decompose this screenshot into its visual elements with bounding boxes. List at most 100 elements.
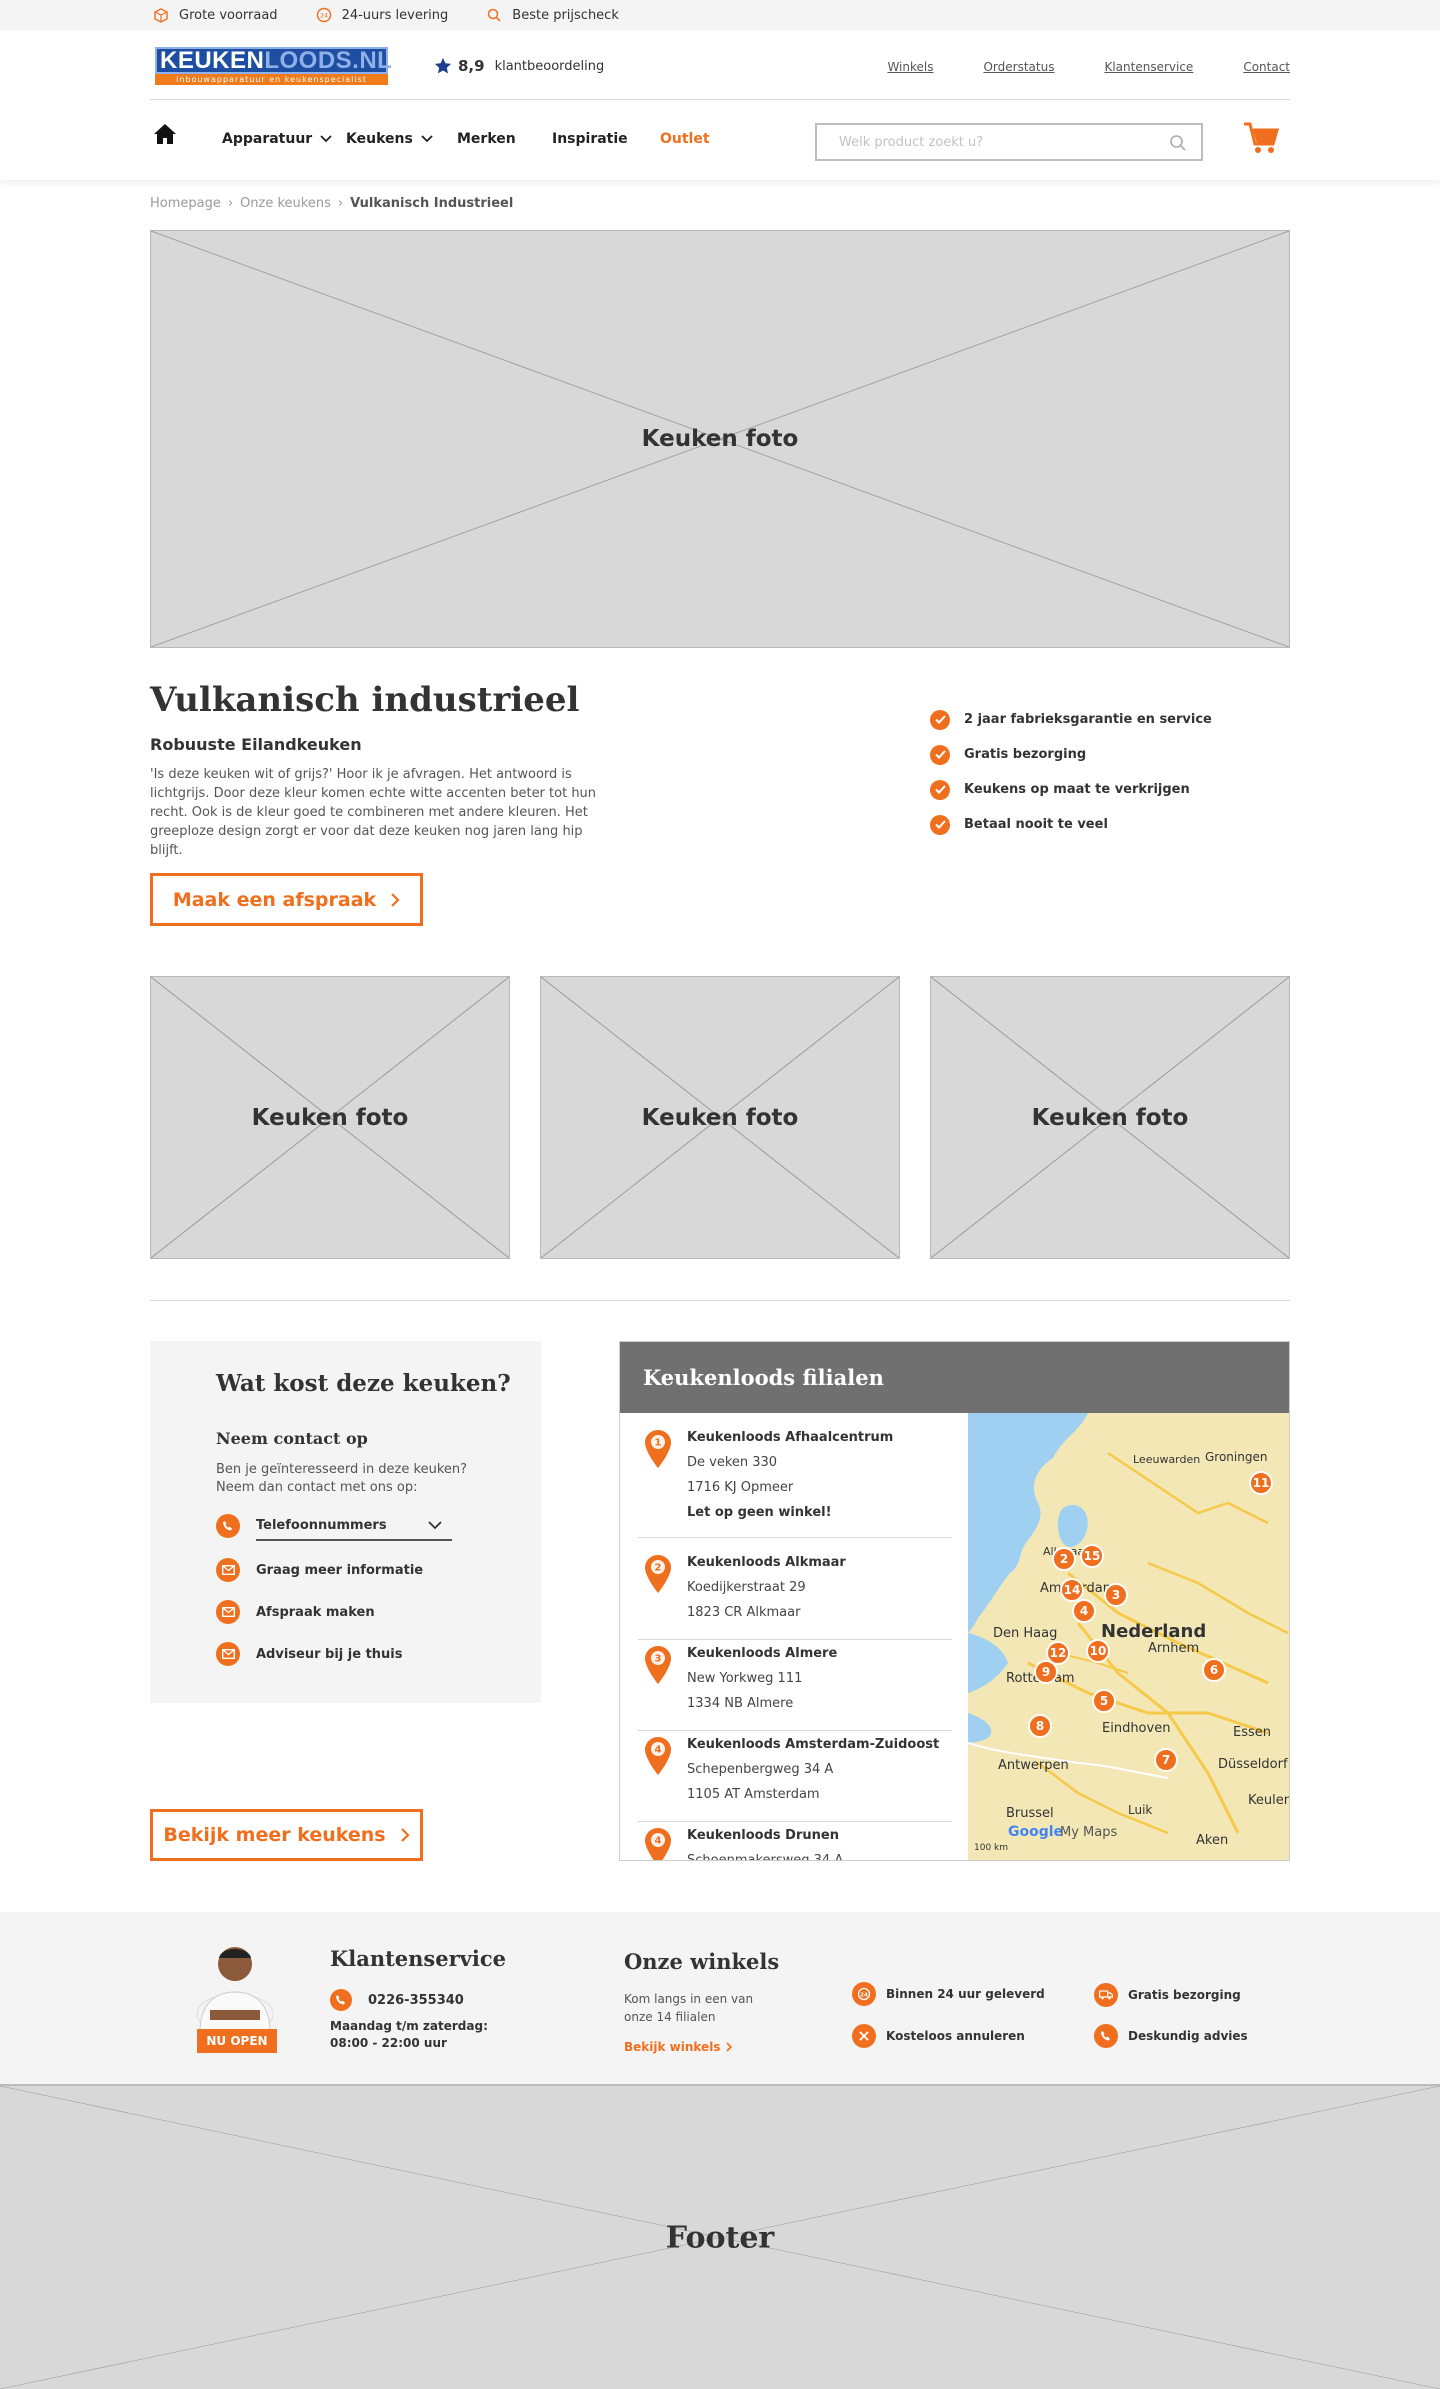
link-klantenservice[interactable]: Klantenservice — [1104, 60, 1193, 74]
site-logo[interactable]: KEUKEN LOODS.NL inbouwapparatuur en keuke… — [155, 46, 392, 85]
map-marker[interactable]: 2 — [1052, 1547, 1076, 1571]
map-label: Düsseldorf — [1218, 1757, 1288, 1772]
stores-map[interactable]: Leeuwarden Groningen Den Haag Nederland … — [968, 1413, 1289, 1860]
gallery-image-label: Keuken foto — [251, 1104, 409, 1131]
chevron-down-icon — [421, 135, 433, 143]
logo-word-1: KEUKEN — [160, 46, 265, 74]
kitchen-usp-label: Gratis bezorging — [964, 747, 1087, 762]
breadcrumb-separator: › — [337, 196, 344, 211]
search-placeholder: Welk product zoekt u? — [839, 134, 984, 150]
store-street: Koedijkerstraat 29 — [687, 1580, 806, 1595]
map-marker[interactable]: 9 — [1034, 1660, 1058, 1684]
clock-24-icon: 24 — [852, 1982, 876, 2006]
phone-numbers-dropdown[interactable]: Telefoonnummers — [256, 1511, 452, 1541]
map-marker[interactable]: 10 — [1086, 1639, 1110, 1663]
map-label: Arnhem — [1148, 1641, 1200, 1656]
chevron-down-icon — [428, 1520, 442, 1529]
close-icon — [852, 2024, 876, 2048]
nav-keukens[interactable]: Keukens — [346, 131, 433, 147]
chevron-right-icon — [400, 1828, 410, 1842]
magnifier-icon — [488, 8, 501, 22]
store-street: Schepenbergweg 34 A — [687, 1762, 834, 1777]
check-icon — [930, 779, 950, 800]
link-orderstatus[interactable]: Orderstatus — [983, 60, 1054, 74]
customer-service-avatar — [196, 1947, 274, 2032]
pin-number: 2 — [655, 1563, 662, 1574]
customer-service-phone[interactable]: 0226-355340 — [330, 1989, 464, 2011]
site-header: KEUKEN LOODS.NL inbouwapparatuur en keuke… — [0, 30, 1440, 180]
map-marker[interactable]: 7 — [1154, 1748, 1178, 1772]
link-winkels[interactable]: Winkels — [887, 60, 933, 74]
store-note: Let op geen winkel! — [687, 1505, 832, 1520]
map-marker[interactable]: 4 — [1072, 1599, 1096, 1623]
store-city: 1334 NB Almere — [687, 1696, 794, 1711]
phone-dropdown-label: Telefoonnummers — [256, 1517, 387, 1533]
store-name: Keukenloods Alkmaar — [687, 1555, 846, 1570]
store-street: De veken 330 — [687, 1455, 778, 1470]
customer-rating[interactable]: 8,9 klantbeoordeling — [434, 57, 604, 75]
nav-merken[interactable]: Merken — [457, 131, 516, 147]
star-icon — [434, 57, 452, 74]
map-marker[interactable]: 6 — [1202, 1658, 1226, 1682]
map-marker[interactable]: 5 — [1092, 1689, 1116, 1713]
nav-inspiratie[interactable]: Inspiratie — [552, 131, 628, 147]
map-pin-icon: 3 — [645, 1646, 671, 1684]
price-box-title: Wat kost deze keuken? — [216, 1370, 511, 1397]
breadcrumb-keukens[interactable]: Onze keukens — [240, 196, 331, 211]
store-street: New Yorkweg 111 — [687, 1671, 803, 1686]
main-nav: Apparatuur Keukens Merken Inspiratie Out… — [150, 100, 1290, 180]
map-scale: 100 km — [974, 1843, 1009, 1853]
phone-dropdown-row: Telefoonnummers — [216, 1511, 452, 1541]
map-marker[interactable]: 15 — [1080, 1544, 1104, 1568]
contact-option-info[interactable]: Graag meer informatie — [216, 1558, 423, 1582]
store-item[interactable]: 3 Keukenloods Almere New Yorkweg 111 133… — [638, 1641, 952, 1731]
nav-outlet-label: Outlet — [660, 131, 710, 147]
search-icon[interactable] — [1169, 134, 1187, 152]
cart-icon[interactable] — [1243, 121, 1279, 155]
more-kitchens-button[interactable]: Bekijk meer keukens — [150, 1809, 423, 1861]
usp-delivery: 24 24-uurs levering — [316, 7, 448, 23]
service-usp: Kosteloos annuleren — [852, 2024, 1025, 2048]
appointment-button[interactable]: Maak een afspraak — [150, 873, 423, 926]
gallery-image[interactable]: Keuken foto — [540, 976, 900, 1259]
store-street: Schoenmakersweg 34 A — [687, 1848, 952, 1860]
home-icon[interactable] — [153, 122, 177, 146]
map-marker[interactable]: 8 — [1028, 1714, 1052, 1738]
store-item[interactable]: 2 Keukenloods Alkmaar Koedijkerstraat 29… — [638, 1550, 952, 1640]
store-list[interactable]: 1 Keukenloods Afhaalcentrum De veken 330… — [620, 1413, 968, 1860]
map-pin-icon: 4 — [645, 1737, 671, 1775]
contact-option-label: Graag meer informatie — [256, 1562, 424, 1578]
opening-hours-days: Maandag t/m zaterdag: — [330, 2019, 488, 2033]
contact-option-appointment[interactable]: Afspraak maken — [216, 1600, 375, 1624]
breadcrumb-current: Vulkanisch Industrieel — [350, 196, 514, 211]
service-usp: Deskundig advies — [1094, 2024, 1248, 2048]
logo-word-2: LOODS.NL — [264, 46, 393, 74]
map-marker[interactable]: 11 — [1249, 1471, 1273, 1495]
view-stores-link[interactable]: Bekijk winkels — [624, 2040, 733, 2054]
top-links: Winkels Orderstatus Klantenservice Conta… — [837, 60, 1290, 74]
breadcrumb-home[interactable]: Homepage — [150, 196, 221, 211]
search-input[interactable]: Welk product zoekt u? — [815, 123, 1203, 161]
store-name: Keukenloods Almere — [687, 1646, 838, 1661]
service-usp: Gratis bezorging — [1094, 1983, 1241, 2007]
store-item[interactable]: 1 Keukenloods Afhaalcentrum De veken 330… — [638, 1425, 952, 1538]
link-contact[interactable]: Contact — [1243, 60, 1290, 74]
nav-outlet[interactable]: Outlet — [660, 131, 710, 147]
store-item[interactable]: 4 Keukenloods Amsterdam-Zuidoost Schepen… — [638, 1732, 952, 1822]
clock-24-icon: 24 — [316, 7, 331, 23]
nav-apparatuur[interactable]: Apparatuur — [222, 131, 332, 147]
service-usp-label: Kosteloos annuleren — [886, 2029, 1025, 2043]
gallery-image[interactable]: Keuken foto — [150, 976, 510, 1259]
hero-image: Keuken foto — [150, 230, 1290, 648]
page-subtitle: Robuuste Eilandkeuken — [150, 735, 362, 754]
map-label: Nederland — [1101, 1621, 1207, 1642]
store-name: Keukenloods Afhaalcentrum — [687, 1430, 894, 1445]
footer-label: Footer — [665, 2220, 775, 2255]
chevron-down-icon — [320, 135, 332, 143]
contact-option-adviser[interactable]: Adviseur bij je thuis — [216, 1642, 403, 1666]
kitchen-usp-list: 2 jaar fabrieksgarantie en service Grati… — [930, 702, 1212, 842]
gallery-image[interactable]: Keuken foto — [930, 976, 1290, 1259]
mail-icon — [216, 1642, 240, 1666]
store-item[interactable]: 4 Keukenloods Drunen Schoenmakersweg 34 … — [638, 1823, 952, 1860]
map-marker[interactable]: 3 — [1104, 1583, 1128, 1607]
